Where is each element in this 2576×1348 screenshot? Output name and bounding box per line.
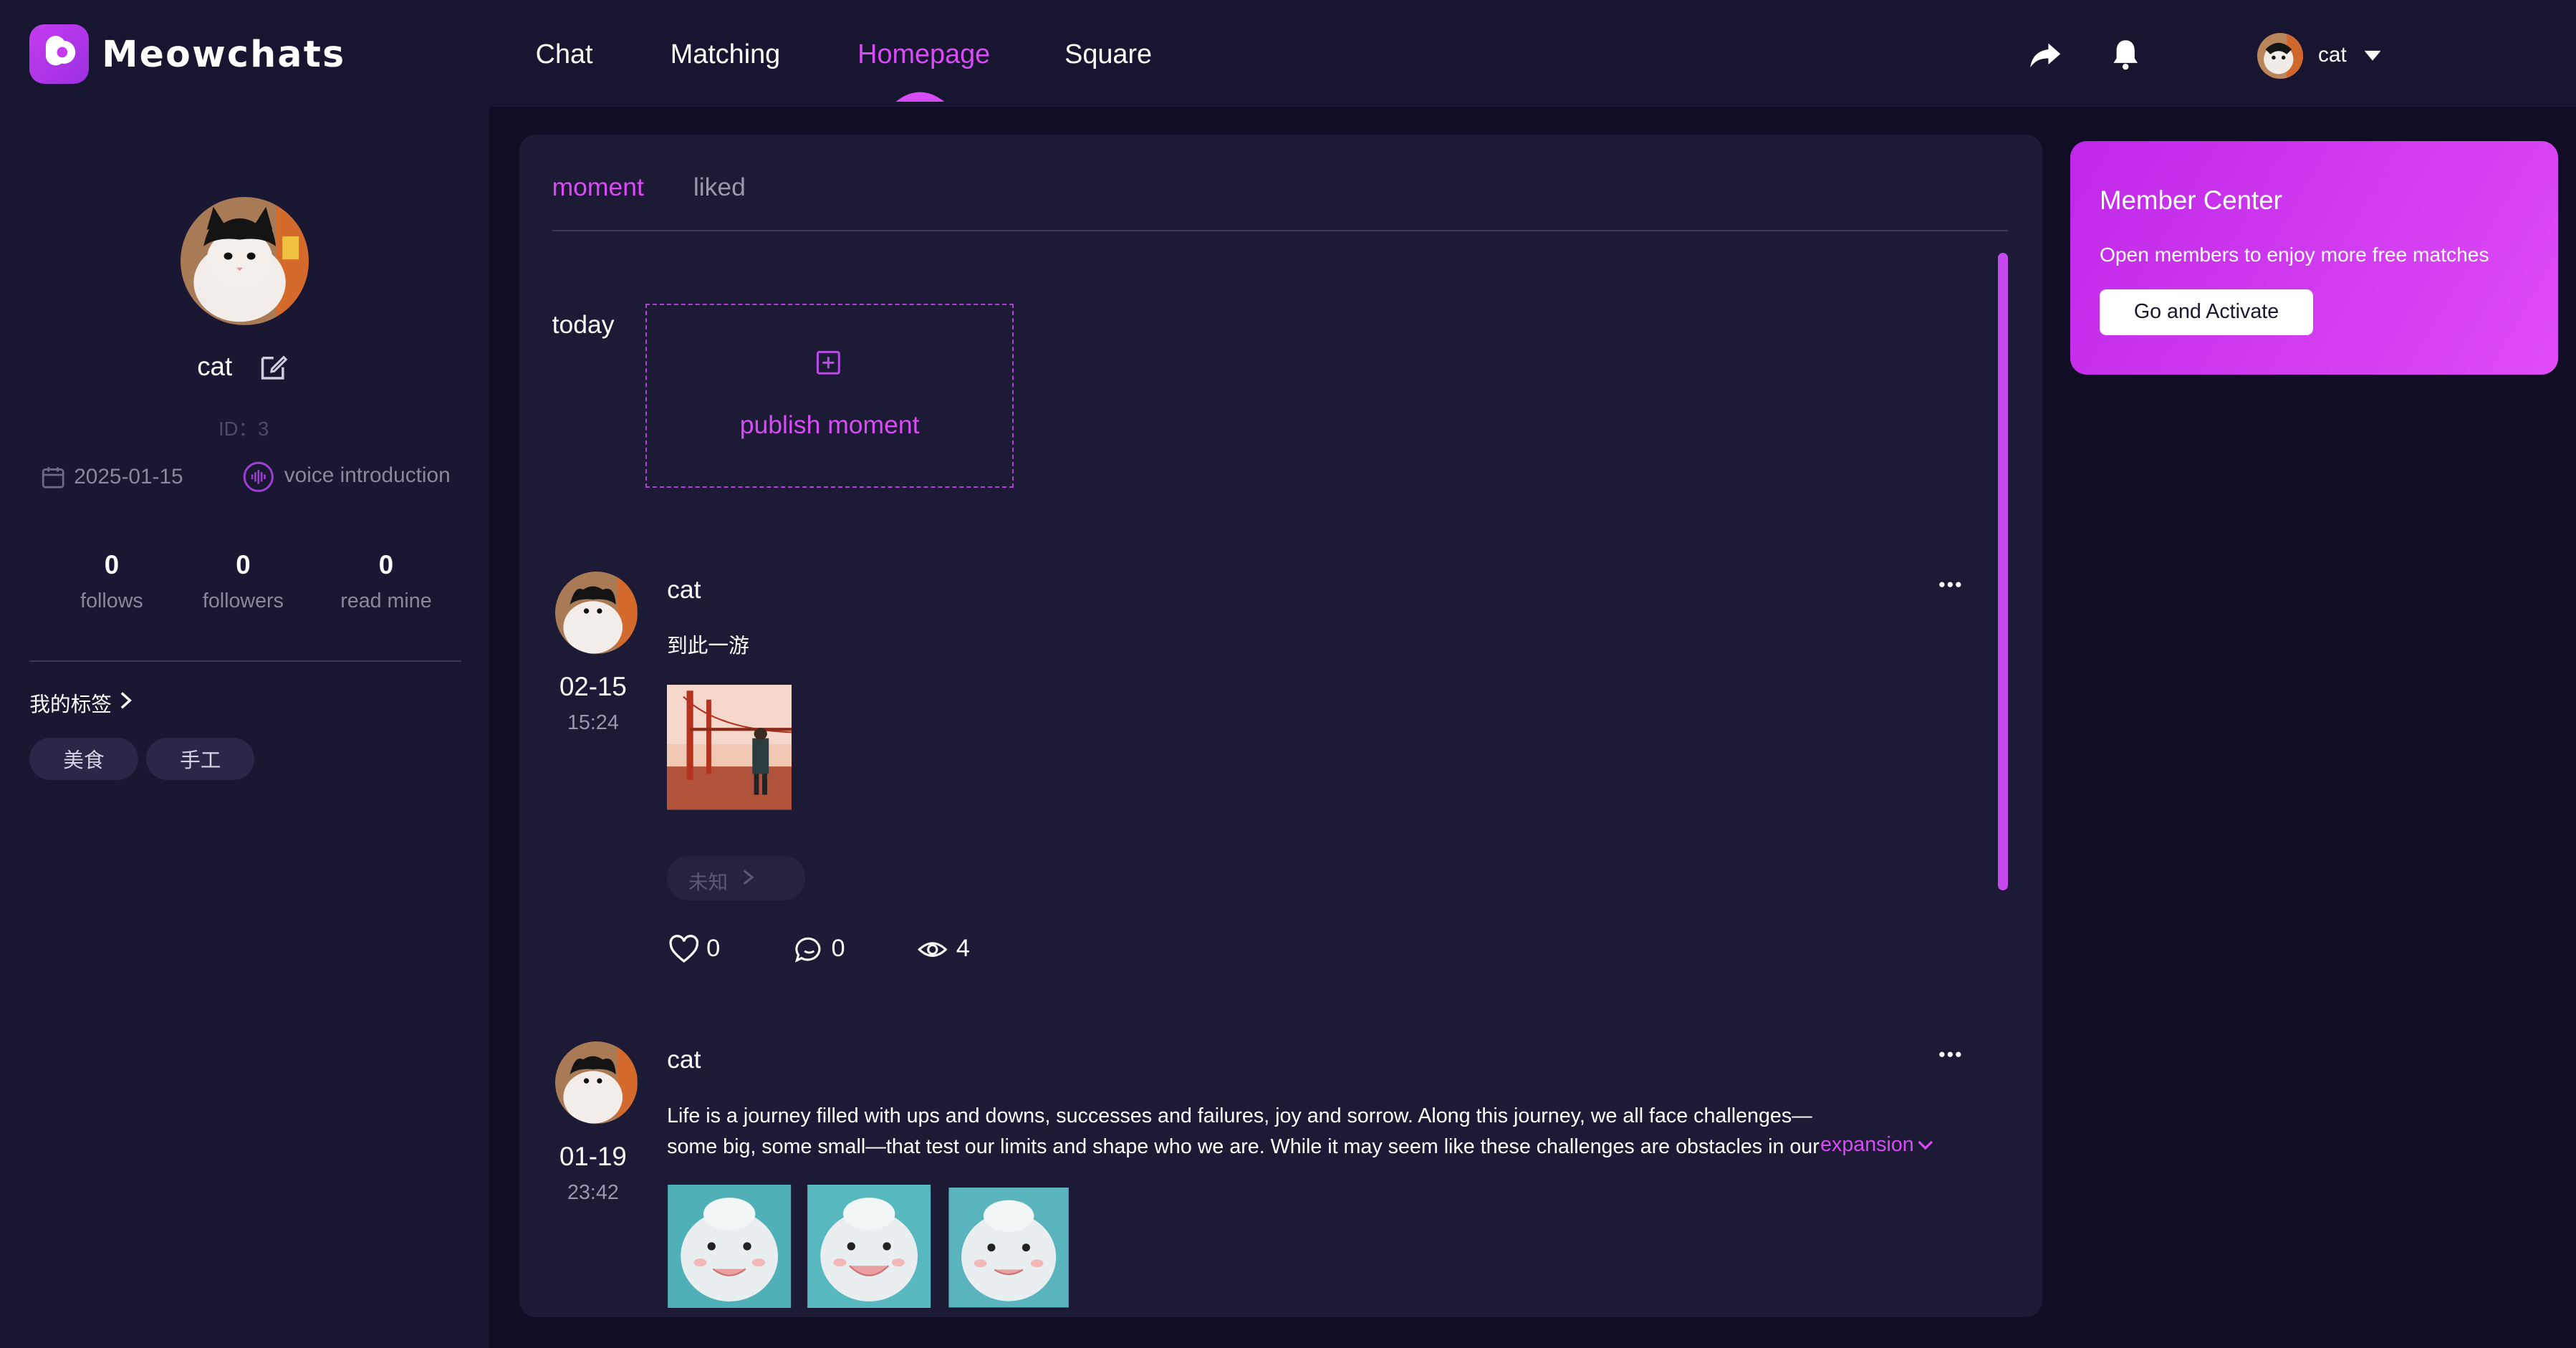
header-username[interactable]: cat xyxy=(2318,43,2347,67)
post-image-thumbnail[interactable] xyxy=(667,685,792,810)
profile-id: ID：3 xyxy=(218,417,269,440)
publish-moment-button[interactable] xyxy=(645,304,1014,488)
activate-membership-button[interactable]: Go and Activate xyxy=(2099,289,2314,335)
location-label[interactable]: 未知 xyxy=(688,866,728,895)
read-mine-count[interactable]: 0 xyxy=(320,550,451,580)
post-image-thumbnail[interactable] xyxy=(807,1184,931,1308)
publish-moment-label[interactable]: publish moment xyxy=(645,410,1014,440)
voice-wave-icon[interactable] xyxy=(243,461,274,493)
eye-icon xyxy=(917,942,948,957)
post-time: 23:42 xyxy=(567,1180,619,1204)
chevron-right-icon[interactable] xyxy=(117,690,135,711)
member-center-title: Member Center xyxy=(2099,186,2282,216)
profile-avatar[interactable] xyxy=(181,197,309,326)
chevron-down-icon[interactable] xyxy=(1916,1137,1936,1153)
post-date: 01-19 xyxy=(559,1141,627,1171)
edit-icon[interactable] xyxy=(258,352,289,383)
heart-icon[interactable] xyxy=(668,935,700,964)
tab-liked[interactable]: liked xyxy=(693,173,746,202)
post-time: 15:24 xyxy=(567,711,619,735)
profile-name: cat xyxy=(197,351,233,381)
voice-introduction-link[interactable]: voice introduction xyxy=(284,463,451,488)
chevron-right-icon[interactable] xyxy=(741,867,756,887)
caret-down-icon[interactable] xyxy=(2361,46,2384,66)
today-label: today xyxy=(552,310,615,340)
bell-icon[interactable] xyxy=(2108,36,2143,72)
nav-homepage[interactable]: Homepage xyxy=(857,39,990,70)
post-image-thumbnail[interactable] xyxy=(667,1184,792,1308)
app-logo-icon[interactable] xyxy=(29,24,89,84)
post-author[interactable]: cat xyxy=(667,1045,701,1074)
app-name[interactable]: Meowchats xyxy=(102,33,345,75)
nav-square[interactable]: Square xyxy=(1064,39,1152,70)
expand-post-link[interactable]: expansion xyxy=(1820,1133,1914,1157)
post-avatar[interactable] xyxy=(555,572,638,654)
more-options-icon[interactable] xyxy=(1937,578,1964,591)
like-count: 0 xyxy=(706,934,721,962)
post-author[interactable]: cat xyxy=(667,575,701,605)
follows-count[interactable]: 0 xyxy=(46,550,177,580)
plus-square-icon[interactable] xyxy=(815,350,842,376)
member-center-subtitle: Open members to enjoy more free matches xyxy=(2099,243,2489,266)
header-avatar[interactable] xyxy=(2257,32,2304,80)
post-text-line: Life is a journey filled with ups and do… xyxy=(667,1104,1812,1127)
followers-label[interactable]: followers xyxy=(178,589,309,613)
post-date: 02-15 xyxy=(559,672,627,701)
top-navigation-bar xyxy=(0,0,2576,107)
comment-count: 0 xyxy=(831,934,845,962)
comment-icon[interactable] xyxy=(794,935,825,964)
post-text: 到此一游 xyxy=(667,634,749,658)
post-image-thumbnail[interactable] xyxy=(946,1188,1071,1308)
followers-count[interactable]: 0 xyxy=(178,550,309,580)
view-count: 4 xyxy=(956,934,970,962)
sidebar-divider xyxy=(29,660,462,663)
calendar-icon xyxy=(42,467,64,488)
share-icon[interactable] xyxy=(2027,36,2063,72)
nav-chat[interactable]: Chat xyxy=(536,39,593,70)
scrollbar-thumb[interactable] xyxy=(1997,253,2008,890)
join-date: 2025-01-15 xyxy=(74,465,183,489)
tabs-divider xyxy=(552,230,2008,232)
more-options-icon[interactable] xyxy=(1937,1048,1964,1061)
follows-label[interactable]: follows xyxy=(46,589,177,613)
my-tags-title[interactable]: 我的标签 xyxy=(29,688,112,718)
tag-chip[interactable]: 美食 xyxy=(29,737,138,781)
post-text-line: some big, some small—that test our limit… xyxy=(667,1135,1820,1159)
post-avatar[interactable] xyxy=(555,1041,638,1124)
read-mine-label[interactable]: read mine xyxy=(320,589,451,613)
nav-matching[interactable]: Matching xyxy=(671,39,781,70)
tag-chip[interactable]: 手工 xyxy=(146,737,255,781)
tab-moment[interactable]: moment xyxy=(552,173,644,202)
active-nav-indicator xyxy=(895,92,945,102)
